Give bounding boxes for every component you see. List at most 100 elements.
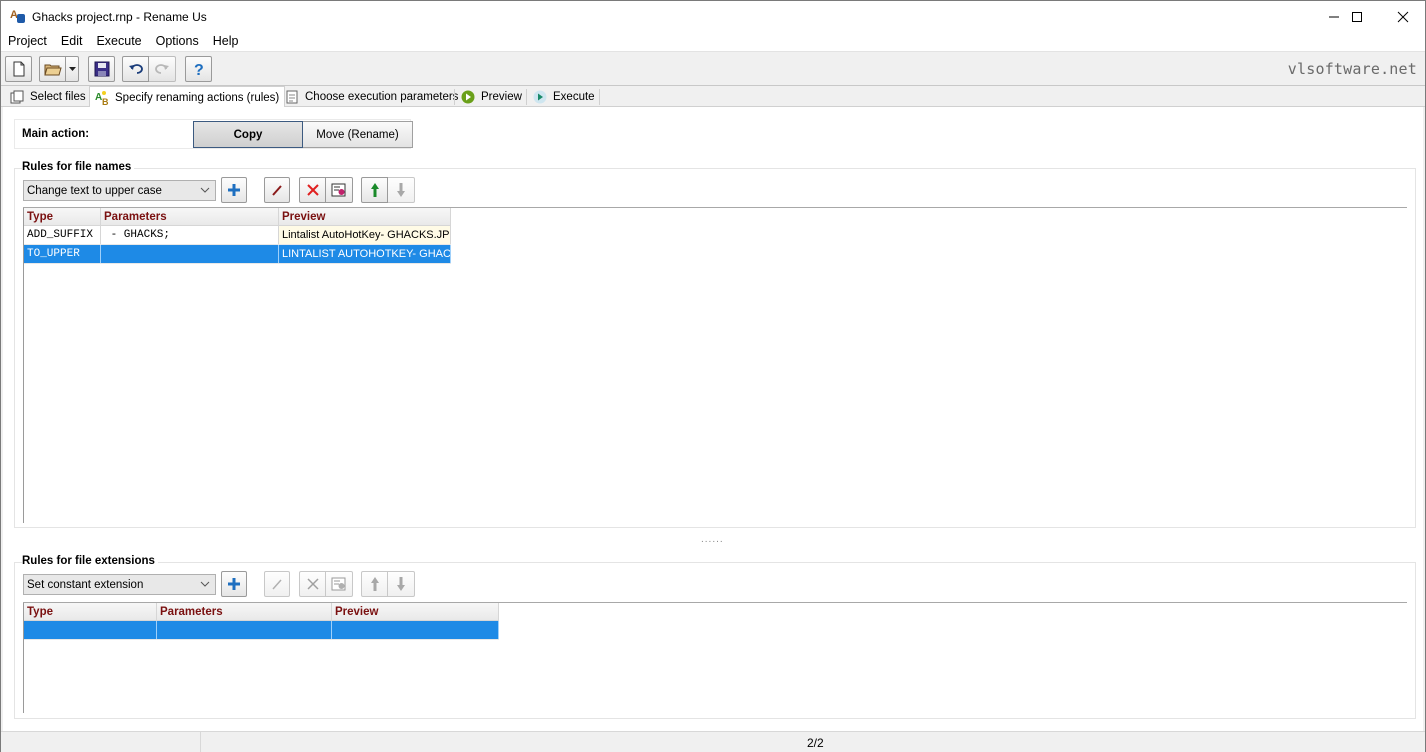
tab-execution-parameters[interactable]: Choose execution parameters	[280, 87, 463, 107]
maximize-button[interactable]	[1334, 1, 1380, 32]
extension-rule-select[interactable]: Set constant extension	[23, 574, 216, 595]
table-row-selected[interactable]	[24, 621, 499, 640]
column-header-parameters[interactable]: Parameters	[101, 208, 279, 225]
clear-rules-button[interactable]	[326, 177, 353, 203]
move-extension-rule-down-button[interactable]	[388, 571, 415, 597]
clear-list-icon	[331, 577, 346, 591]
delete-x-icon	[306, 184, 319, 196]
dropdown-arrow-icon	[68, 66, 76, 71]
menu-bar: Project Edit Execute Options Help	[1, 32, 1425, 51]
cell-type: TO_UPPER	[24, 245, 101, 263]
tab-select-files[interactable]: Select files	[5, 87, 91, 107]
edit-rule-button[interactable]	[264, 177, 290, 203]
status-cell	[1, 732, 201, 752]
brand-label: vlsoftware.net	[1287, 60, 1417, 78]
cell-parameters: - GHACKS;	[101, 226, 279, 244]
execute-play-icon	[533, 90, 547, 104]
parameters-icon	[285, 90, 299, 104]
arrow-up-icon	[370, 577, 379, 591]
cell-type	[24, 621, 157, 639]
clear-list-icon	[331, 183, 346, 197]
title-bar: A Ghacks project.rnp - Rename Us	[1, 1, 1425, 32]
delete-rule-button[interactable]	[299, 177, 326, 203]
app-window: A Ghacks project.rnp - Rename Us Project…	[0, 0, 1426, 752]
tab-execute[interactable]: Execute	[528, 87, 600, 107]
menu-execute[interactable]: Execute	[89, 32, 148, 51]
menu-project[interactable]: Project	[1, 32, 54, 51]
menu-options[interactable]: Options	[149, 32, 206, 51]
folder-open-icon	[43, 64, 62, 76]
delete-extension-rule-button[interactable]	[299, 571, 326, 597]
column-header-type[interactable]: Type	[24, 208, 101, 225]
clear-extension-rules-button[interactable]	[326, 571, 353, 597]
add-extension-rule-button[interactable]	[221, 571, 247, 597]
file-extension-rules-group: Rules for file extensions Set constant e…	[14, 555, 1416, 719]
redo-button[interactable]	[149, 56, 176, 82]
column-header-preview[interactable]: Preview	[279, 208, 451, 225]
tab-label: Execute	[553, 91, 595, 103]
rules-panel: Main action: Copy Move (Rename) Rules fo…	[3, 107, 1423, 731]
table-row[interactable]: ADD_SUFFIX - GHACKS; Lintalist AutoHotKe…	[24, 226, 451, 245]
redo-icon	[155, 64, 169, 74]
cell-parameters	[101, 245, 279, 263]
close-icon	[1397, 11, 1409, 22]
chevron-down-icon	[200, 581, 210, 587]
cell-preview	[332, 621, 499, 639]
arrow-down-icon	[397, 577, 405, 591]
tab-renaming-rules[interactable]: AB Specify renaming actions (rules)	[89, 86, 286, 108]
menu-edit[interactable]: Edit	[54, 32, 90, 51]
plus-icon	[228, 184, 240, 196]
move-rule-up-button[interactable]	[361, 177, 388, 203]
copy-button[interactable]: Copy	[193, 121, 303, 148]
maximize-icon	[1352, 11, 1362, 22]
edit-extension-rule-button[interactable]	[264, 571, 290, 597]
tab-separator	[454, 89, 455, 105]
move-rename-button[interactable]: Move (Rename)	[303, 121, 413, 148]
menu-help[interactable]: Help	[206, 32, 246, 51]
tab-label: Choose execution parameters	[305, 91, 459, 103]
save-button[interactable]	[88, 56, 115, 82]
file-name-rules-group: Rules for file names Change text to uppe…	[14, 161, 1416, 528]
group-title: Rules for file extensions	[22, 555, 158, 567]
selected-rule: Change text to upper case	[27, 184, 162, 197]
undo-icon	[128, 64, 143, 74]
move-rule-down-button[interactable]	[388, 177, 415, 203]
filename-rule-select[interactable]: Change text to upper case	[23, 180, 216, 201]
window-title: Ghacks project.rnp - Rename Us	[32, 9, 207, 24]
chevron-down-icon	[200, 187, 210, 193]
table-row-selected[interactable]: TO_UPPER LINTALIST AUTOHOTKEY- GHACKS	[24, 245, 451, 264]
toolbar: ? vlsoftware.net	[1, 51, 1425, 86]
rules-icon: AB	[95, 90, 109, 105]
status-bar: 2/2	[1, 731, 1425, 752]
column-header-parameters[interactable]: Parameters	[157, 603, 332, 620]
cell-parameters	[157, 621, 332, 639]
svg-text:?: ?	[194, 62, 204, 77]
open-project-button[interactable]	[39, 56, 66, 82]
panel-splitter[interactable]: ......	[701, 534, 724, 545]
svg-text:B: B	[102, 97, 109, 105]
file-count: 2/2	[807, 736, 824, 750]
open-dropdown-button[interactable]	[66, 56, 79, 82]
select-files-icon	[10, 90, 24, 104]
tab-label: Specify renaming actions (rules)	[115, 91, 280, 104]
main-action-label: Main action:	[22, 128, 90, 140]
undo-button[interactable]	[122, 56, 149, 82]
tab-separator	[526, 89, 527, 105]
new-project-button[interactable]	[5, 56, 32, 82]
column-header-type[interactable]: Type	[24, 603, 157, 620]
app-icon: A	[10, 9, 26, 25]
group-title: Rules for file names	[22, 161, 135, 173]
add-rule-button[interactable]	[221, 177, 247, 203]
arrow-up-icon	[370, 183, 379, 197]
tab-separator	[599, 89, 600, 105]
help-button[interactable]: ?	[185, 56, 212, 82]
column-header-preview[interactable]: Preview	[332, 603, 499, 620]
floppy-disk-icon	[94, 61, 109, 77]
selected-rule: Set constant extension	[27, 578, 144, 591]
arrow-down-icon	[397, 183, 405, 197]
cell-preview: LINTALIST AUTOHOTKEY- GHACKS	[279, 245, 451, 263]
pencil-icon	[272, 185, 282, 196]
close-button[interactable]	[1380, 1, 1426, 32]
tab-preview[interactable]: Preview	[456, 87, 527, 107]
move-extension-rule-up-button[interactable]	[361, 571, 388, 597]
